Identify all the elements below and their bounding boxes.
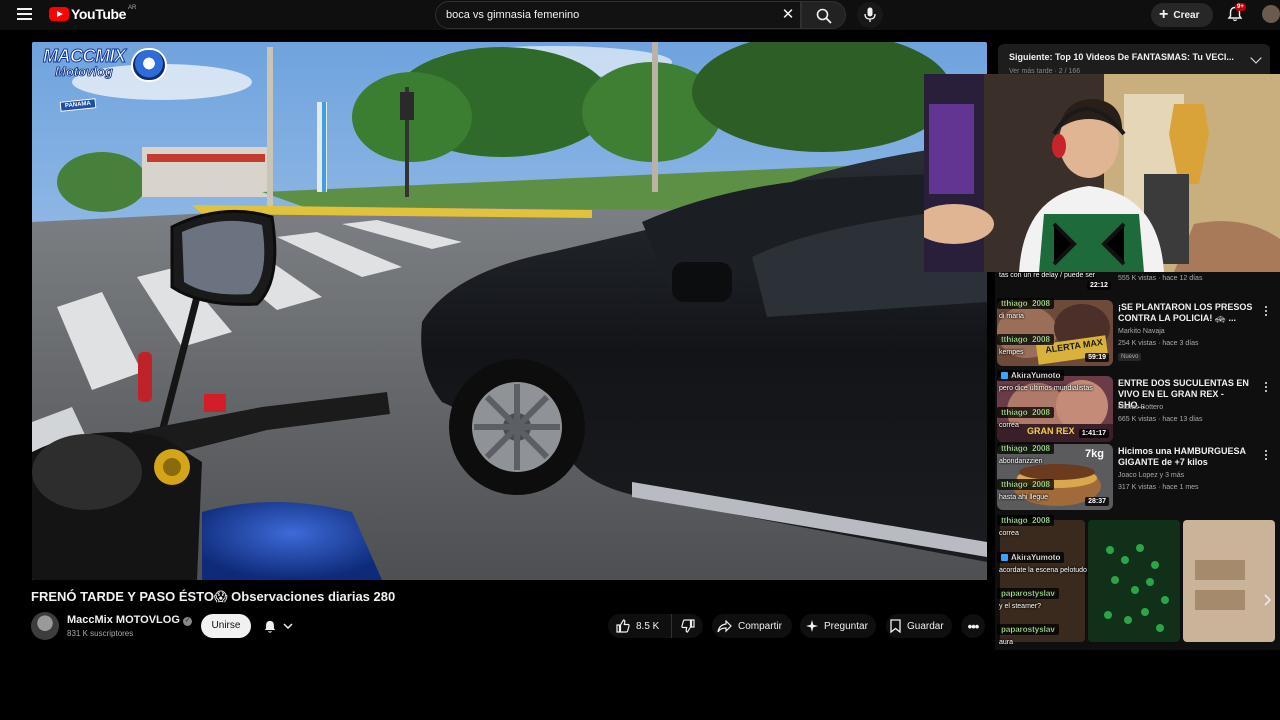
like-dislike-group: 8.5 K [608, 614, 703, 638]
recommendation-item[interactable]: 7kg 28:37 Hicimos una HAMBURGUESA GIGANT… [997, 444, 1280, 514]
top-rec-meta: 555 K vistas · hace 12 días [1118, 275, 1203, 282]
recommendation-thumbnail[interactable]: 7kg 28:37 [997, 444, 1113, 510]
share-icon [717, 619, 732, 632]
recommendation-thumbnail[interactable]: GRAN REX 1:41:17 [997, 376, 1113, 442]
recommendation-channel[interactable]: Matias Bottero [1118, 404, 1163, 411]
notifications-badge: 9+ [1235, 3, 1246, 11]
search-icon [816, 8, 832, 24]
join-button[interactable]: Unirse [201, 614, 251, 638]
subscriber-count: 831 K suscriptores [67, 629, 134, 638]
channel-watermark: MACCMIX Motovlog [43, 46, 169, 84]
up-next-label[interactable]: Siguiente: Top 10 Videos De FANTASMAS: T… [1009, 52, 1239, 62]
recommendation-item[interactable]: GRAN REX 1:41:17 ENTRE DOS SUCULENTAS EN… [997, 376, 1280, 446]
create-button[interactable]: + Crear [1151, 3, 1213, 27]
ask-button[interactable]: Preguntar [800, 614, 876, 638]
recommendation-title[interactable]: Hicimos una HAMBURGUESA GIGANTE de +7 ki… [1118, 446, 1253, 468]
video-title: FRENÓ TARDE Y PASO ÉSTO😱 Observaciones d… [31, 589, 396, 604]
chevron-right-icon[interactable] [1262, 594, 1272, 606]
search-box[interactable]: boca vs gimnasia femenino ✕ [435, 1, 801, 29]
recommendation-channel[interactable]: Markito Navaja [1118, 328, 1165, 335]
thumbnail-overlay-text: 7kg [1085, 448, 1104, 460]
dislike-button[interactable] [672, 614, 703, 638]
video-frame [32, 42, 987, 580]
up-next-bar[interactable]: Siguiente: Top 10 Videos De FANTASMAS: T… [998, 44, 1270, 75]
chevron-down-icon [283, 623, 293, 629]
clear-search-icon[interactable]: ✕ [780, 7, 796, 23]
search-input[interactable]: boca vs gimnasia femenino [446, 9, 579, 21]
recommendation-meta: 665 K vistas · hace 13 días [1118, 416, 1203, 423]
channel-avatar[interactable] [31, 612, 59, 640]
top-bar: YouTube AR boca vs gimnasia femenino ✕ +… [0, 0, 1280, 30]
recommendation-channel[interactable]: Joaco Lopez y 3 más [1118, 472, 1184, 479]
video-duration: 28:37 [1085, 497, 1109, 506]
bell-icon [264, 620, 276, 633]
more-options-icon[interactable] [1265, 450, 1268, 461]
more-icon: ••• [967, 618, 980, 634]
more-actions-button[interactable]: ••• [961, 614, 985, 638]
search-button[interactable] [801, 1, 846, 29]
video-duration: 59:19 [1085, 353, 1109, 362]
voice-search-button[interactable] [857, 2, 883, 28]
recommendation-meta: 254 K vistas · hace 3 días [1118, 340, 1199, 347]
recommendation-title[interactable]: ¡SE PLANTARON LOS PRESOS CONTRA LA POLIC… [1118, 302, 1253, 324]
recommendation-item[interactable]: ALERTA MAX 59:19 ¡SE PLANTARON LOS PRESO… [997, 300, 1280, 370]
create-label: Crear [1173, 9, 1200, 21]
recommendation-thumbnail[interactable]: ALERTA MAX 59:19 [997, 300, 1113, 366]
shorts-thumbnails[interactable] [1000, 520, 1275, 642]
save-button[interactable]: Guardar [886, 614, 952, 638]
notification-settings-button[interactable] [259, 614, 303, 638]
logo-text: YouTube [71, 6, 127, 22]
menu-icon[interactable] [17, 8, 32, 20]
country-code: AR [128, 5, 137, 11]
like-count: 8.5 K [636, 620, 660, 632]
youtube-play-icon [49, 7, 69, 21]
save-label: Guardar [907, 620, 944, 632]
ask-label: Preguntar [824, 620, 868, 632]
sparkle-icon [806, 620, 818, 632]
thumbnail-overlay-text: GRAN REX [1027, 426, 1075, 436]
video-duration: 1:41:17 [1078, 429, 1109, 438]
more-options-icon[interactable] [1265, 306, 1268, 317]
webcam-image [924, 74, 1280, 272]
new-badge: Nuevo [1118, 353, 1142, 361]
watermark-helmet-icon [131, 48, 167, 82]
youtube-logo[interactable]: YouTube AR [49, 5, 137, 22]
channel-name-text[interactable]: MaccMix MOTOVLOG [67, 614, 180, 626]
microphone-icon [864, 7, 876, 22]
verified-icon: ✓ [182, 617, 192, 626]
account-avatar[interactable] [1262, 5, 1280, 23]
plus-icon: + [1159, 6, 1169, 23]
more-options-icon[interactable] [1265, 382, 1268, 393]
like-button[interactable]: 8.5 K [608, 614, 672, 638]
watermark-subtitle: Motovlog [55, 64, 114, 80]
share-button[interactable]: Compartir [712, 614, 792, 638]
channel-name[interactable]: MaccMix MOTOVLOG ✓ [67, 614, 192, 626]
top-rec-duration: 22:12 [1087, 281, 1111, 290]
bookmark-icon [890, 619, 901, 633]
chevron-down-icon[interactable] [1250, 52, 1262, 64]
video-player[interactable]: MACCMIX Motovlog PANAMA [32, 42, 987, 580]
share-label: Compartir [738, 620, 782, 632]
webcam-overlay [924, 74, 1280, 272]
thumbs-down-icon [680, 619, 695, 633]
thumbs-up-icon [616, 619, 630, 633]
recommendation-meta: 317 K vistas · hace 1 mes [1118, 484, 1199, 491]
